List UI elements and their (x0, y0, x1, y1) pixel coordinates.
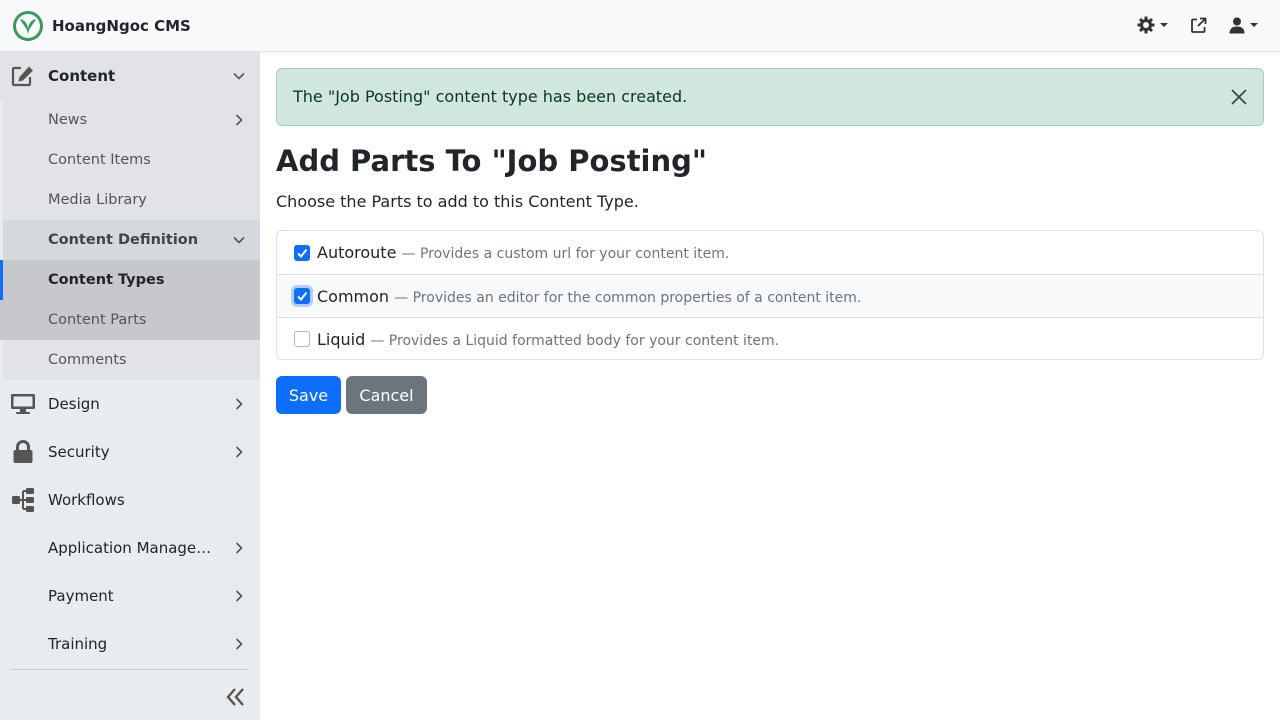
user-menu[interactable] (1223, 12, 1264, 38)
chevron-right-icon (235, 590, 243, 602)
sidebar-item-label: Workflows (48, 491, 125, 509)
sidebar-item-payment[interactable]: Payment (0, 572, 260, 620)
sidebar-item-content-definition[interactable]: Content Definition (0, 220, 260, 260)
sidebar-item-label: Content Parts (48, 312, 147, 328)
sidebar: Content News Content Items Media Library… (0, 52, 260, 720)
sidebar-divider (10, 669, 248, 670)
part-name: Common (317, 286, 390, 306)
sidebar-item-training[interactable]: Training (0, 620, 260, 668)
chevron-right-icon (235, 542, 243, 554)
part-name: Autoroute (317, 243, 397, 262)
sidebar-item-comments[interactable]: Comments (0, 340, 260, 380)
theme-toggle[interactable] (1131, 12, 1174, 38)
sidebar-item-workflows[interactable]: Workflows (0, 476, 260, 524)
sidebar-item-media-library[interactable]: Media Library (0, 180, 260, 220)
sidebar-item-content-items[interactable]: Content Items (0, 140, 260, 180)
edit-icon (11, 66, 33, 87)
page-description: Choose the Parts to add to this Content … (276, 192, 639, 211)
sidebar-item-application-management[interactable]: Application Management (0, 524, 260, 572)
chevron-down-icon (233, 236, 245, 244)
check-icon (297, 291, 308, 302)
chevron-down-icon (1160, 23, 1168, 27)
top-navbar: HoangNgoc CMS (0, 0, 1280, 52)
sidebar-item-label: Content Definition (48, 232, 199, 248)
part-description: — Provides a Liquid formatted body for y… (370, 332, 780, 349)
close-icon[interactable] (1229, 87, 1249, 107)
sidebar-item-label: Training (48, 635, 108, 653)
sidebar-item-content-parts[interactable]: Content Parts (0, 300, 260, 340)
part-name: Liquid (317, 329, 366, 349)
common-checkbox[interactable] (294, 288, 310, 304)
parts-list: Autoroute — Provides a custom url for yo… (276, 230, 1264, 360)
chevron-down-icon (1250, 23, 1258, 27)
list-item[interactable]: Common — Provides an editor for the comm… (277, 274, 1263, 317)
part-description: — Provides an editor for the common prop… (394, 289, 862, 306)
chevron-right-icon (235, 638, 243, 650)
user-icon (1229, 17, 1245, 33)
collapse-sidebar-icon[interactable] (224, 686, 248, 708)
autoroute-checkbox[interactable] (294, 244, 310, 261)
sidebar-item-label: Security (48, 443, 110, 461)
brand[interactable]: HoangNgoc CMS (12, 10, 191, 42)
sidebar-item-label: News (48, 112, 88, 128)
alert-message: The "Job Posting" content type has been … (293, 87, 688, 106)
check-icon (297, 248, 308, 258)
sidebar-item-label: Content Items (48, 152, 151, 168)
sidebar-item-label: Application Management (48, 539, 218, 557)
sidebar-item-content-types[interactable]: Content Types (0, 260, 260, 300)
desktop-icon (11, 394, 35, 414)
sidebar-item-content[interactable]: Content (0, 52, 260, 100)
chevron-right-icon (235, 114, 243, 126)
theme-gear-icon (1137, 16, 1155, 34)
sidebar-item-label: Media Library (48, 192, 147, 208)
cancel-button[interactable]: Cancel (346, 376, 427, 414)
sidebar-item-label: Content (48, 67, 116, 85)
brand-name: HoangNgoc CMS (52, 17, 191, 35)
sidebar-item-label: Content Types (48, 272, 165, 288)
page-title: Add Parts To "Job Posting" (276, 144, 708, 178)
sidebar-item-label: Comments (48, 352, 127, 368)
brand-logo-icon (13, 11, 43, 41)
lock-icon (13, 440, 33, 463)
sidebar-item-design[interactable]: Design (0, 380, 260, 428)
liquid-checkbox[interactable] (294, 331, 310, 347)
sitemap-icon (12, 488, 34, 512)
chevron-right-icon (235, 446, 243, 458)
chevron-right-icon (235, 398, 243, 410)
sidebar-item-label: Design (48, 395, 100, 413)
chevron-down-icon (233, 72, 245, 80)
visit-site-link[interactable] (1184, 12, 1213, 38)
external-link-icon (1191, 17, 1207, 33)
success-alert: The "Job Posting" content type has been … (276, 68, 1264, 126)
part-description: — Provides a custom url for your content… (401, 246, 730, 262)
save-button[interactable]: Save (276, 376, 341, 414)
list-item[interactable]: Liquid — Provides a Liquid formatted bod… (277, 317, 1263, 359)
sidebar-item-news[interactable]: News (0, 100, 260, 140)
list-item[interactable]: Autoroute — Provides a custom url for yo… (277, 231, 1263, 274)
sidebar-item-label: Payment (48, 587, 114, 605)
sidebar-item-security[interactable]: Security (0, 428, 260, 476)
